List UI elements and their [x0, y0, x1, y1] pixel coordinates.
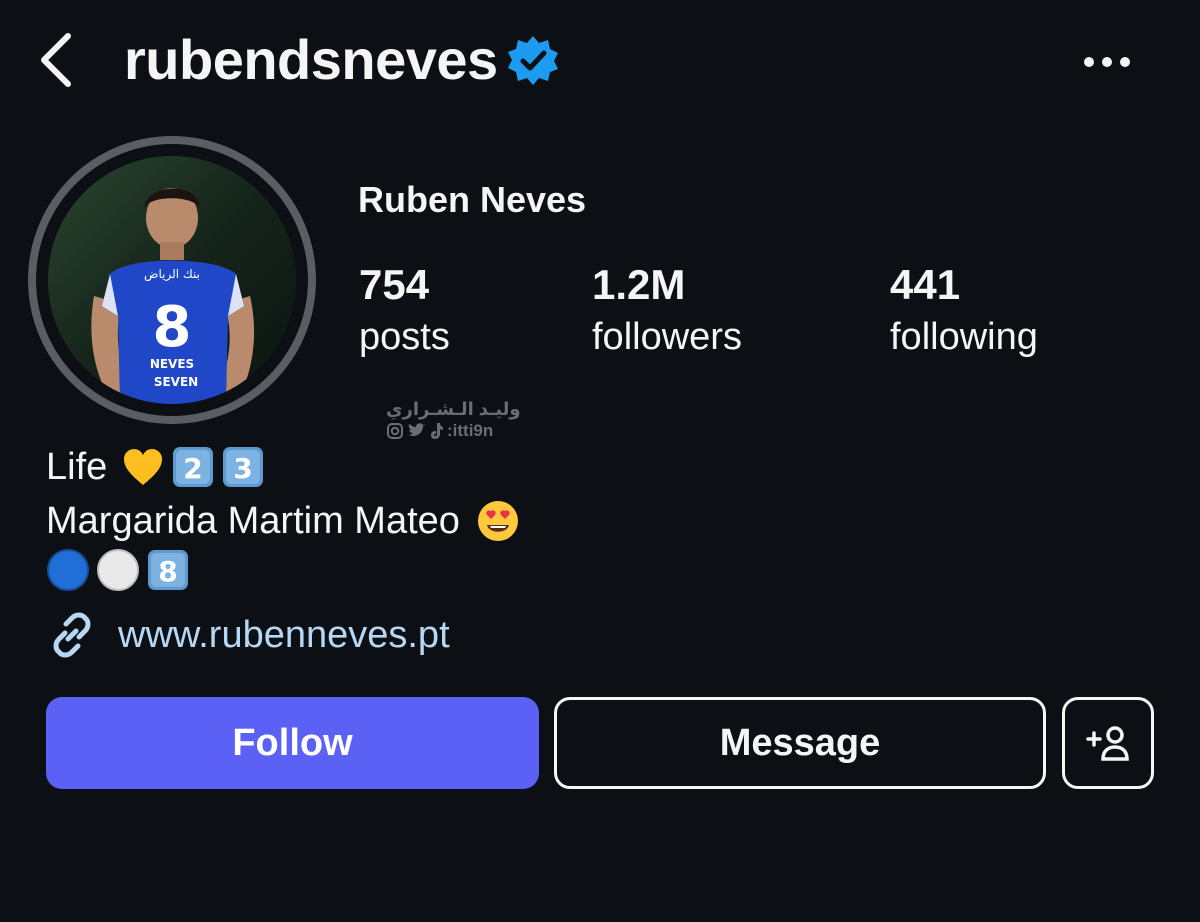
follow-button[interactable]: Follow	[46, 697, 539, 789]
more-options-icon[interactable]	[1082, 50, 1132, 74]
bio-line-1-text: Life	[46, 446, 108, 488]
bio-line-2: Margarida Martim Mateo	[46, 494, 520, 548]
stat-followers[interactable]: 1.2M followers	[592, 258, 742, 362]
svg-text:3: 3	[234, 452, 253, 485]
suggested-accounts-button[interactable]	[1062, 697, 1154, 789]
white-circle-icon	[97, 549, 139, 591]
blue-circle-icon	[47, 549, 89, 591]
verified-badge-icon	[507, 36, 558, 85]
message-button[interactable]: Message	[554, 697, 1046, 789]
heart-eyes-icon	[477, 501, 518, 541]
bio: Life 2 3 Margarida Martim Mateo 8	[46, 440, 520, 592]
following-label: following	[890, 316, 1038, 358]
avatar-jersey-number: 8	[153, 295, 192, 360]
watermark-name: وليـد الـشـراري	[386, 399, 521, 419]
bio-link-text[interactable]: www.rubenneves.pt	[118, 608, 450, 662]
avatar-arabic-text: بنك الرياض	[144, 267, 200, 282]
avatar[interactable]: بنك الرياض 8 NEVES SEVEN	[48, 156, 296, 404]
link-icon	[53, 612, 91, 658]
bio-link[interactable]: www.rubenneves.pt	[46, 608, 450, 662]
watermark-handle: :itti9n	[447, 421, 494, 440]
username-text: rubendsneves	[124, 28, 498, 91]
keycap-8-icon: 8	[148, 550, 188, 590]
keycap-3-icon: 3	[223, 447, 264, 487]
followers-label: followers	[592, 316, 742, 358]
bio-line-1: Life 2 3	[46, 440, 520, 494]
watermark: وليـد الـشـراري :itti9n	[386, 398, 521, 442]
top-bar: rubendsneves	[0, 0, 1200, 130]
stat-posts[interactable]: 754 posts	[359, 258, 450, 362]
bio-line-2-text: Margarida Martim Mateo	[46, 500, 460, 542]
add-person-icon	[1086, 726, 1129, 761]
back-arrow-icon[interactable]	[34, 30, 78, 90]
avatar-jersey-name: NEVES	[150, 357, 194, 371]
tiktok-icon	[431, 423, 443, 439]
follow-button-label: Follow	[232, 721, 353, 764]
stat-following[interactable]: 441 following	[890, 258, 1038, 362]
profile-username: rubendsneves	[124, 24, 558, 96]
svg-text:2: 2	[184, 452, 203, 485]
avatar-gap: بنك الرياض 8 NEVES SEVEN	[36, 144, 308, 416]
instagram-icon	[387, 423, 403, 439]
svg-text:8: 8	[158, 555, 177, 588]
yellow-heart-icon	[124, 449, 163, 485]
keycap-2-icon: 2	[173, 447, 214, 487]
display-name: Ruben Neves	[358, 179, 587, 220]
watermark-handle-row: :itti9n	[386, 420, 521, 442]
twitter-icon	[408, 423, 426, 436]
avatar-photo: بنك الرياض 8 NEVES SEVEN	[48, 156, 296, 404]
avatar-ring[interactable]: بنك الرياض 8 NEVES SEVEN	[28, 136, 316, 424]
avatar-sponsor: SEVEN	[154, 375, 198, 389]
followers-count: 1.2M	[592, 261, 686, 308]
message-button-label: Message	[719, 721, 881, 764]
posts-count: 754	[359, 261, 430, 308]
bio-line-3: 8	[46, 548, 520, 592]
posts-label: posts	[359, 316, 450, 358]
following-count: 441	[890, 261, 961, 308]
